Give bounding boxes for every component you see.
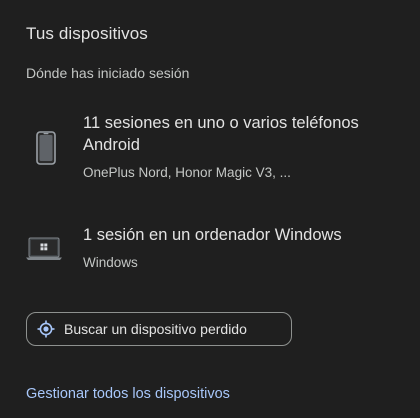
device-title: 11 sesiones en uno o varios teléfonos An… — [83, 114, 359, 154]
device-models: Windows — [83, 255, 138, 270]
device-models: OnePlus Nord, Honor Magic V3, ... — [83, 165, 291, 180]
location-target-icon — [37, 320, 55, 338]
laptop-windows-icon — [26, 237, 62, 266]
phone-icon — [36, 131, 56, 170]
find-lost-device-button[interactable]: Buscar un dispositivo perdido — [26, 312, 292, 346]
device-title: 1 sesión en un ordenador Windows — [83, 226, 342, 244]
find-lost-device-label: Buscar un dispositivo perdido — [64, 321, 247, 337]
section-subtitle: Dónde has iniciado sesión — [26, 65, 190, 81]
section-title: Tus dispositivos — [26, 24, 148, 43]
manage-devices-link[interactable]: Gestionar todos los dispositivos — [26, 386, 230, 402]
device-group-windows[interactable]: 1 sesión en un ordenador Windows Windows — [26, 224, 396, 280]
device-group-android[interactable]: 11 sesiones en uno o varios teléfonos An… — [26, 112, 396, 192]
